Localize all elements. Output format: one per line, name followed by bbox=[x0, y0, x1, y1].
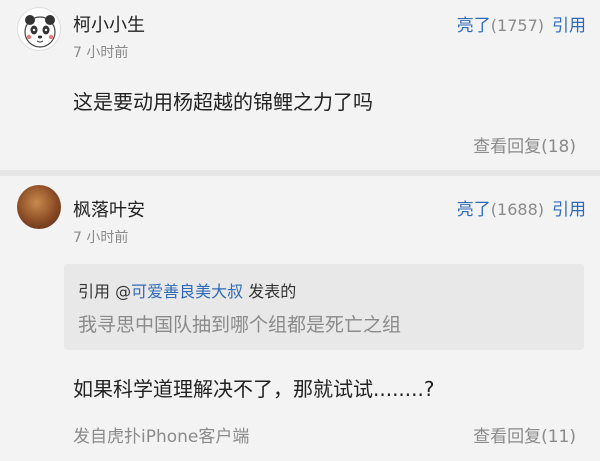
avatar[interactable] bbox=[17, 7, 61, 51]
timestamp: 7 小时前 bbox=[73, 230, 129, 246]
quote-header: 引用 @可爱善良美大叔 发表的 bbox=[78, 278, 296, 302]
like-label: 亮了 bbox=[456, 200, 491, 220]
username[interactable]: 枫落叶安 bbox=[73, 196, 145, 222]
replies-count: (11) bbox=[541, 427, 576, 447]
quoted-comment[interactable]: 引用 @可爱善良美大叔 发表的 我寻思中国队抽到哪个组都是死亡之组 bbox=[64, 264, 584, 350]
like-label: 亮了 bbox=[456, 16, 491, 36]
view-replies-button[interactable]: 查看回复(18) bbox=[473, 132, 576, 157]
like-count: (1688) bbox=[490, 200, 544, 219]
device-source: 发自虎扑iPhone客户端 bbox=[73, 427, 250, 447]
replies-label: 查看回复 bbox=[473, 427, 542, 447]
replies-count: (18) bbox=[541, 137, 576, 157]
comment-actions: 亮了(1757) 引用 bbox=[457, 11, 586, 36]
comment-item: 柯小小生 7 小时前 亮了(1757) 引用 这是要动用杨超越的锦鲤之力了吗 查看… bbox=[0, 0, 600, 170]
quoted-text: 我寻思中国队抽到哪个组都是死亡之组 bbox=[78, 314, 402, 336]
quote-button[interactable]: 引用 bbox=[552, 16, 586, 36]
like-count: (1757) bbox=[490, 16, 544, 35]
comment-text: 如果科学道理解决不了，那就试试........? bbox=[73, 377, 435, 401]
comment-item: 枫落叶安 7 小时前 亮了(1688) 引用 引用 @可爱善良美大叔 发表的 我寻… bbox=[0, 176, 600, 461]
comment-text: 这是要动用杨超越的锦鲤之力了吗 bbox=[73, 90, 373, 114]
quote-button[interactable]: 引用 bbox=[552, 200, 586, 220]
like-button[interactable]: 亮了(1688) bbox=[457, 200, 544, 220]
username[interactable]: 柯小小生 bbox=[73, 11, 145, 37]
timestamp: 7 小时前 bbox=[73, 45, 129, 61]
quote-suffix: 发表的 bbox=[243, 282, 297, 301]
quote-prefix: 引用 @ bbox=[78, 282, 132, 301]
panda-avatar-icon bbox=[24, 15, 56, 48]
quoted-username[interactable]: 可爱善良美大叔 bbox=[131, 282, 243, 301]
view-replies-button[interactable]: 查看回复(11) bbox=[473, 422, 576, 447]
avatar[interactable] bbox=[17, 185, 61, 229]
like-button[interactable]: 亮了(1757) bbox=[457, 16, 544, 36]
comment-actions: 亮了(1688) 引用 bbox=[457, 195, 586, 220]
replies-label: 查看回复 bbox=[473, 137, 542, 157]
